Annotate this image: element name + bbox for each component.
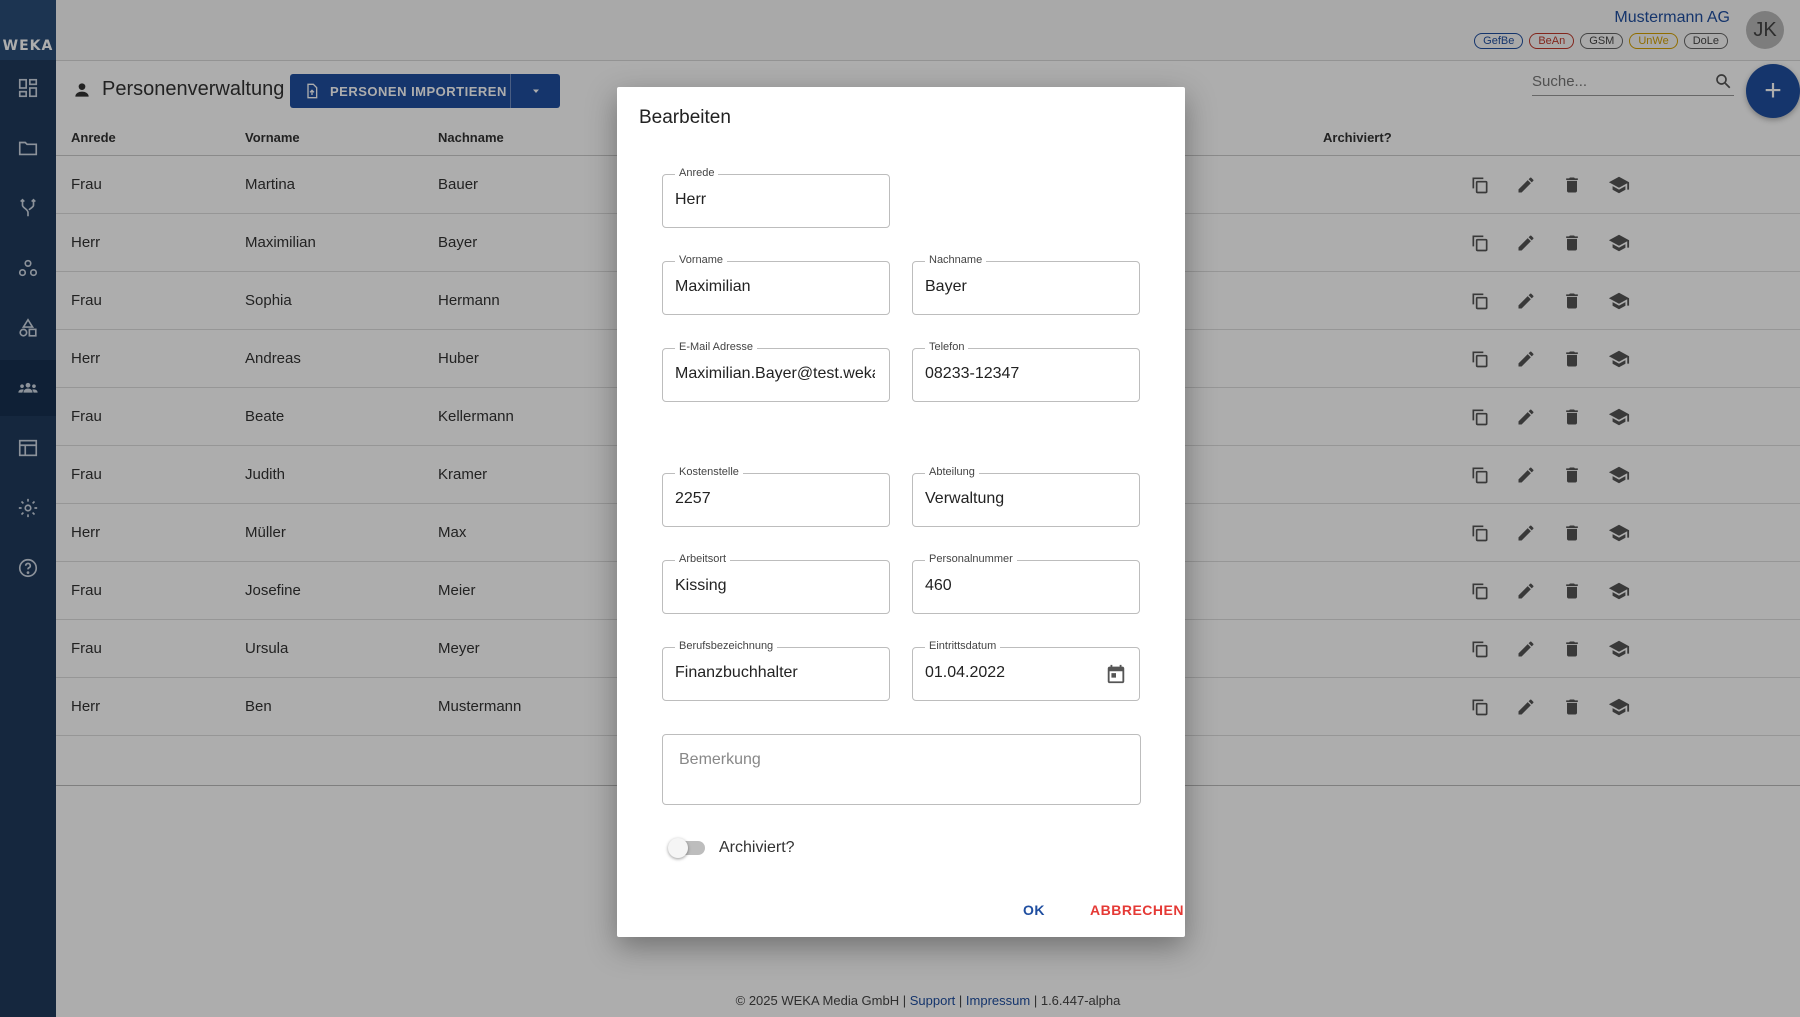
cancel-button[interactable]: ABBRECHEN (1090, 902, 1184, 918)
anrede-field: Anrede (662, 167, 890, 228)
berufsbezeichnung-input[interactable] (675, 664, 875, 682)
eintrittsdatum-input[interactable] (925, 664, 1085, 682)
dialog-title: Bearbeiten (639, 107, 731, 128)
arbeitsort-input[interactable] (675, 577, 875, 595)
kostenstelle-field: Kostenstelle (662, 466, 890, 527)
nachname-label: Nachname (925, 254, 987, 266)
telefon-label: Telefon (925, 341, 969, 353)
arbeitsort-field: Arbeitsort (662, 553, 890, 614)
personalnummer-field: Personalnummer (912, 553, 1140, 614)
vorname-label: Vorname (675, 254, 728, 266)
anrede-label: Anrede (675, 167, 719, 179)
vorname-field: Vorname (662, 254, 890, 315)
eintrittsdatum-field: Eintrittsdatum (912, 640, 1140, 701)
berufsbezeichnung-field: Berufsbezeichnung (662, 640, 890, 701)
calendar-icon[interactable] (1105, 663, 1127, 690)
personalnummer-input[interactable] (925, 577, 1125, 595)
archived-label[interactable]: Archiviert? (719, 839, 795, 857)
arbeitsort-label: Arbeitsort (675, 553, 731, 565)
vorname-input[interactable] (675, 278, 875, 296)
remark-field (662, 734, 1141, 805)
abteilung-label: Abteilung (925, 466, 979, 478)
telefon-input[interactable] (925, 365, 1125, 383)
anrede-input[interactable] (675, 191, 875, 209)
personalnummer-label: Personalnummer (925, 553, 1017, 565)
abteilung-input[interactable] (925, 490, 1125, 508)
remark-input[interactable] (679, 751, 1119, 791)
nachname-input[interactable] (925, 278, 1125, 296)
abteilung-field: Abteilung (912, 466, 1140, 527)
nachname-field: Nachname (912, 254, 1140, 315)
email-label: E-Mail Adresse (675, 341, 757, 353)
telefon-field: Telefon (912, 341, 1140, 402)
kostenstelle-input[interactable] (675, 490, 875, 508)
ok-button[interactable]: OK (1023, 902, 1045, 918)
archived-toggle-row: Archiviert? (668, 838, 795, 858)
toggle-knob (668, 838, 688, 858)
archived-toggle[interactable] (668, 838, 705, 858)
berufsbezeichnung-label: Berufsbezeichnung (675, 640, 778, 652)
edit-dialog: Bearbeiten Anrede Vorname Nachname E-Mai… (617, 87, 1185, 937)
email-field: E-Mail Adresse (662, 341, 890, 402)
email-input[interactable] (675, 365, 875, 383)
kostenstelle-label: Kostenstelle (675, 466, 743, 478)
eintrittsdatum-label: Eintrittsdatum (925, 640, 1001, 652)
